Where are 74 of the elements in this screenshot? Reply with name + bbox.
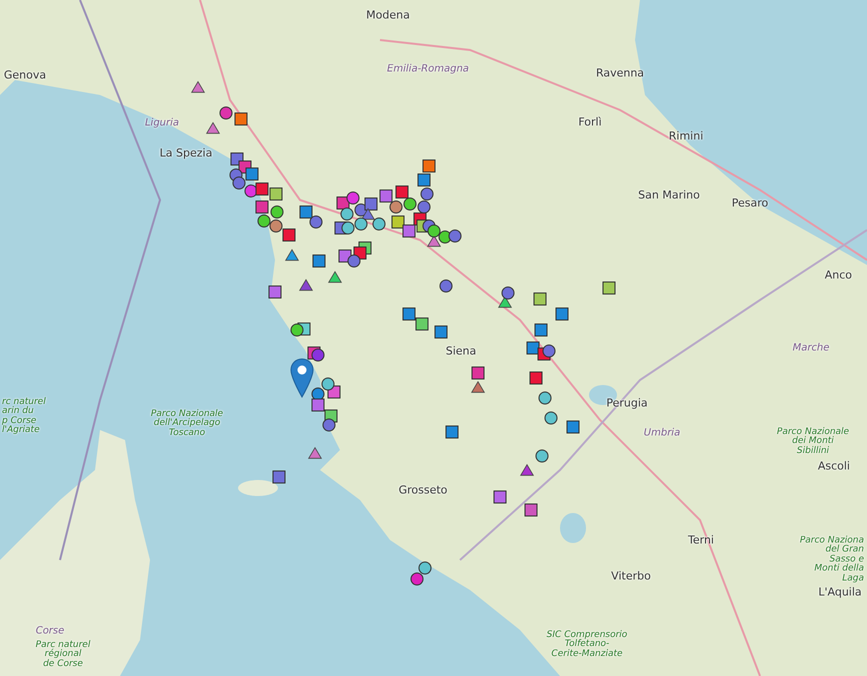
square-marker[interactable] [524, 504, 538, 516]
triangle-marker[interactable] [206, 122, 220, 134]
square-marker[interactable] [434, 326, 448, 338]
square-marker[interactable] [526, 342, 540, 354]
square-marker[interactable] [494, 490, 506, 504]
square-marker[interactable] [422, 160, 436, 172]
city-label: Genova [4, 70, 46, 82]
park-label: rc naturel arin du p Corse l'Agriate [2, 398, 46, 436]
city-label: Rimini [668, 130, 704, 144]
city-label: Perugia [606, 398, 648, 410]
square-marker[interactable] [364, 198, 378, 210]
city-label: Forlì [578, 116, 602, 130]
square-marker[interactable] [338, 250, 352, 262]
square-marker[interactable] [402, 224, 416, 238]
square-marker[interactable] [402, 308, 416, 320]
triangle-marker[interactable] [427, 235, 441, 247]
square-marker[interactable] [282, 228, 296, 242]
city-label: Ascoli [818, 460, 850, 474]
square-marker[interactable] [312, 398, 324, 412]
region-label: Corse [36, 625, 64, 637]
triangle-marker[interactable] [520, 464, 534, 476]
square-marker[interactable] [534, 324, 548, 336]
square-marker[interactable] [566, 420, 580, 434]
city-label: L'Aquila [818, 586, 862, 600]
city-label: Modena [366, 10, 410, 22]
region-label: Liguria [144, 117, 180, 129]
city-label: Siena [446, 346, 476, 358]
city-label: Pesaro [732, 198, 768, 210]
square-marker[interactable] [416, 318, 428, 330]
park-label: Parco Nazionale dei Monti Sibillini [776, 428, 850, 456]
square-marker[interactable] [556, 308, 568, 320]
triangle-marker[interactable] [299, 279, 313, 291]
square-marker[interactable] [354, 246, 366, 260]
triangle-marker[interactable] [285, 249, 299, 261]
triangle-marker[interactable] [361, 208, 375, 220]
triangle-marker[interactable] [308, 447, 322, 459]
square-marker[interactable] [336, 196, 350, 210]
square-marker[interactable] [300, 206, 312, 218]
square-marker[interactable] [418, 174, 430, 186]
square-marker[interactable] [396, 186, 408, 198]
region-label: Emilia-Romagna [387, 63, 469, 75]
triangle-marker[interactable] [328, 271, 342, 283]
square-marker[interactable] [472, 366, 484, 380]
square-marker[interactable] [246, 168, 258, 180]
region-label: Umbria [644, 427, 680, 439]
square-marker[interactable] [530, 372, 542, 384]
city-label: La Spezia [160, 148, 212, 160]
city-label: Grosseto [398, 484, 448, 498]
city-label: San Marino [638, 190, 700, 202]
triangle-marker[interactable] [191, 81, 205, 93]
square-marker[interactable] [312, 254, 326, 268]
location-pin-icon[interactable] [290, 358, 314, 398]
park-label: Parc naturel régional de Corse [36, 640, 90, 670]
city-label: Ravenna [596, 68, 644, 80]
region-label: Marche [792, 342, 830, 354]
park-label: SIC Comprensorio Tolfetano- Cerite-Manziate [546, 630, 628, 660]
square-marker[interactable] [446, 426, 458, 438]
square-marker[interactable] [392, 216, 404, 228]
square-marker[interactable] [602, 282, 616, 294]
square-marker[interactable] [268, 286, 282, 298]
park-label: Parco Nazionale dell'Arcipelago Toscano [150, 410, 224, 438]
square-marker[interactable] [270, 188, 282, 200]
square-marker[interactable] [534, 292, 546, 306]
square-marker[interactable] [380, 190, 392, 202]
square-marker[interactable] [234, 112, 248, 126]
square-marker[interactable] [256, 182, 268, 196]
park-label: Parco Naziona del Gran Sasso e Monti della Laga [800, 536, 864, 584]
triangle-marker[interactable] [498, 296, 512, 308]
triangle-marker[interactable] [471, 381, 485, 393]
city-label: Viterbo [611, 570, 651, 584]
city-label: Terni [688, 534, 714, 548]
square-marker[interactable] [256, 200, 268, 214]
city-label: Anco [824, 270, 852, 282]
square-marker[interactable] [272, 470, 286, 484]
